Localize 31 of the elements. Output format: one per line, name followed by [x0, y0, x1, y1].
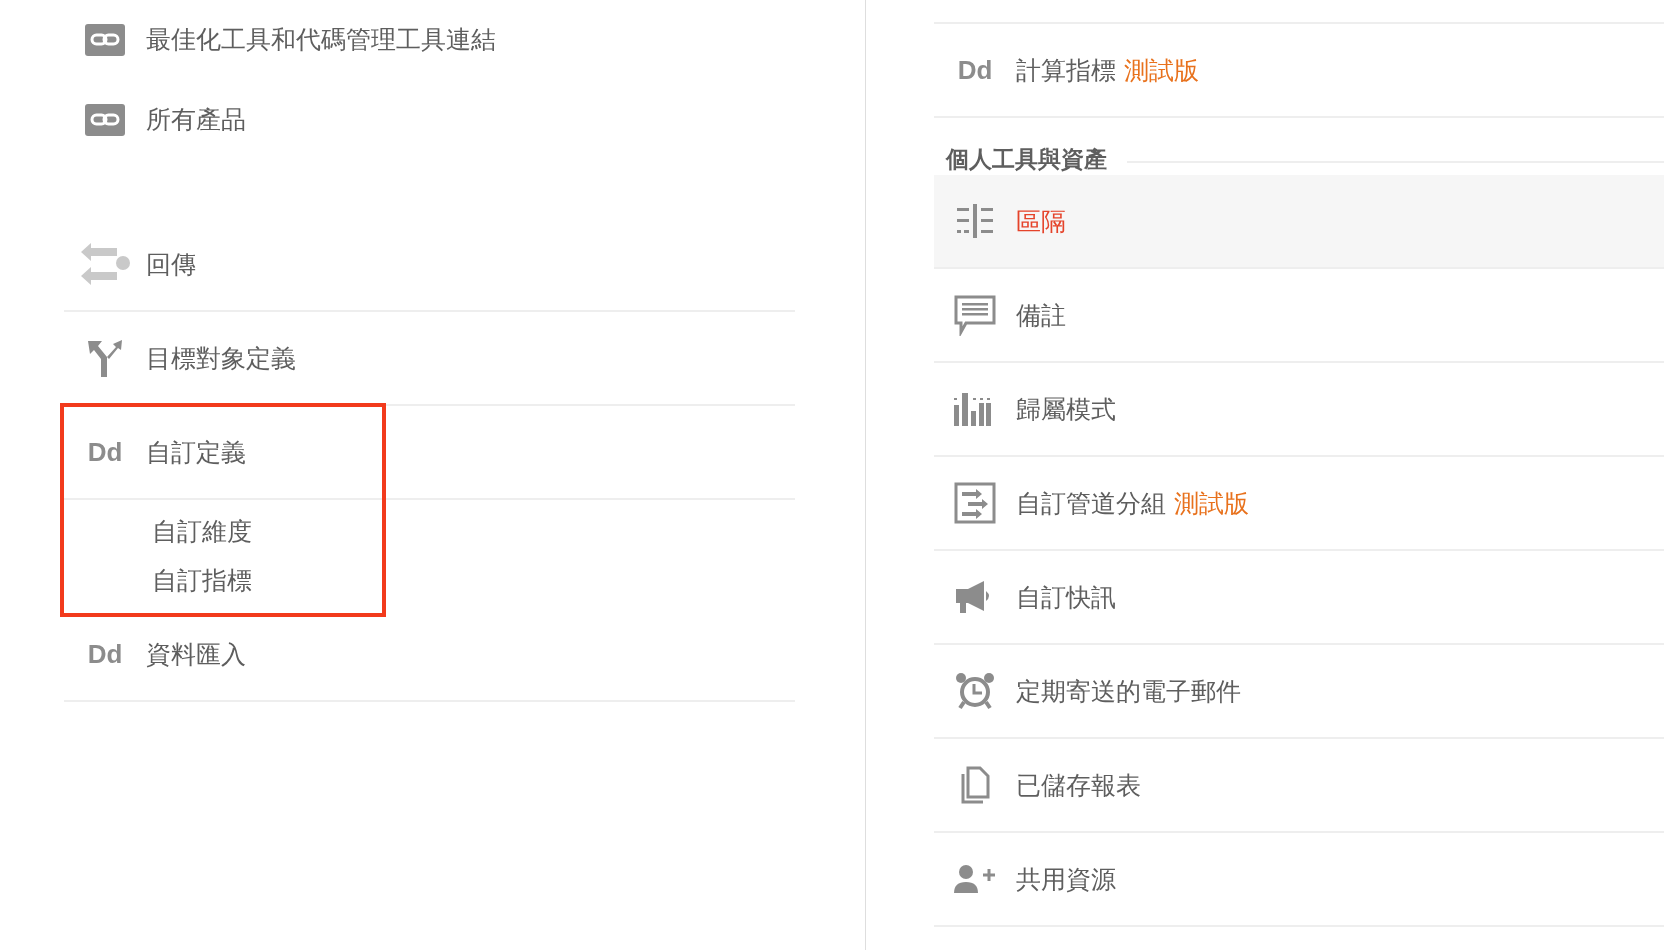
dd-letters-icon: Dd: [957, 56, 993, 84]
menu-item[interactable]: 自訂管道分組: [1016, 486, 1166, 520]
menu-item[interactable]: 資料匯入: [146, 637, 246, 671]
menu-item[interactable]: 歸屬模式: [1016, 392, 1116, 426]
beta-label: 測試版: [1124, 54, 1199, 87]
menu-item[interactable]: 自訂定義: [146, 435, 246, 469]
menu-item[interactable]: 區隔: [1016, 204, 1066, 238]
beta-label: 測試版: [1174, 487, 1249, 520]
dd-letters-icon: Dd: [87, 438, 123, 466]
comment-icon: [953, 294, 997, 336]
menu-item[interactable]: 所有產品: [146, 103, 246, 136]
menu-item[interactable]: 備註: [1016, 298, 1066, 332]
section-heading: 個人工具與資產: [946, 145, 1107, 174]
menu-item[interactable]: 最佳化工具和代碼管理工具連結: [146, 23, 496, 56]
submenu-link[interactable]: 自訂維度: [152, 514, 252, 549]
submenu-link[interactable]: 自訂指標: [152, 563, 252, 598]
menu-item[interactable]: 共用資源: [1016, 862, 1116, 896]
dd-letters-icon: Dd: [87, 640, 123, 668]
transfer-arrows-icon: [954, 482, 996, 524]
add-person-icon: [953, 863, 997, 895]
menu-item[interactable]: 目標對象定義: [146, 341, 296, 375]
link-icon: [84, 21, 126, 58]
alarm-clock-icon: [955, 672, 995, 710]
selected-row[interactable]: 區隔: [934, 175, 1664, 269]
fork-arrow-icon: [85, 337, 125, 379]
menu-item[interactable]: 已儲存報表: [1016, 768, 1141, 802]
menu-item[interactable]: 自訂快訊: [1016, 580, 1116, 614]
menu-item[interactable]: 回傳: [146, 247, 196, 281]
link-icon: [84, 101, 126, 138]
menu-item[interactable]: 定期寄送的電子郵件: [1016, 674, 1241, 708]
menu-item[interactable]: 計算指標: [1016, 53, 1116, 87]
